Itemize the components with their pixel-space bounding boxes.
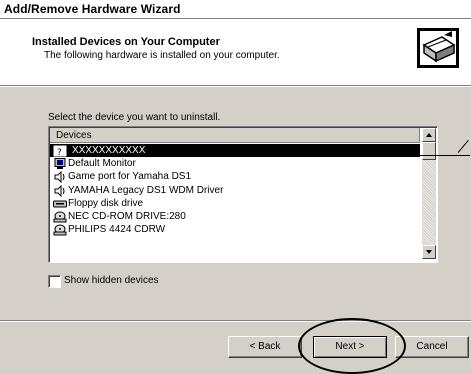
unknown-device-icon: ?	[53, 145, 67, 157]
callout-line	[375, 155, 470, 156]
header-divider	[0, 86, 471, 87]
device-row[interactable]: Default Monitor	[50, 157, 420, 170]
device-label: Default Monitor	[68, 158, 136, 170]
arrow-up-icon	[426, 133, 432, 137]
device-label: Floppy disk drive	[68, 197, 144, 209]
floppy-drive-icon	[53, 200, 67, 208]
show-hidden-checkbox[interactable]	[48, 275, 61, 288]
cdrom-icon	[53, 211, 67, 223]
callout-line-tail	[457, 140, 469, 153]
device-label: NEC CD-ROM DRIVE:280	[68, 210, 186, 222]
hardware-wizard-icon	[417, 28, 459, 68]
footer-divider-highlight	[0, 321, 471, 322]
arrow-down-icon	[426, 250, 432, 254]
select-device-prompt: Select the device you want to uninstall.	[48, 112, 221, 123]
page-title: Installed Devices on Your Computer	[32, 36, 220, 48]
next-button-highlight-circle	[298, 318, 406, 374]
cdrom-icon	[53, 224, 67, 236]
devices-column-header[interactable]: Devices	[50, 128, 420, 143]
device-label: XXXXXXXXXXX	[72, 145, 146, 156]
device-row[interactable]: Floppy disk drive	[50, 197, 420, 210]
vertical-scrollbar[interactable]	[422, 128, 436, 259]
show-hidden-label[interactable]: Show hidden devices	[64, 275, 159, 286]
monitor-icon	[54, 158, 66, 170]
scroll-thumb[interactable]	[422, 142, 436, 160]
title-bar: Add/Remove Hardware Wizard	[0, 0, 471, 19]
scroll-up-button[interactable]	[422, 128, 436, 142]
wizard-window: Add/Remove Hardware Wizard Installed Dev…	[0, 0, 471, 374]
device-row[interactable]: Game port for Yamaha DS1	[50, 170, 420, 184]
cancel-button[interactable]: Cancel	[395, 336, 469, 358]
device-row-selected[interactable]: ? XXXXXXXXXXX	[50, 144, 420, 158]
device-label: PHILIPS 4424 CDRW	[68, 224, 166, 236]
sound-device-icon	[54, 184, 65, 197]
devices-listbox[interactable]: Devices ? XXXXXXXXXXX Default Monitor Ga…	[48, 126, 438, 263]
device-label: YAMAHA Legacy DS1 WDM Driver	[68, 184, 224, 196]
device-row[interactable]: PHILIPS 4424 CDRW	[50, 223, 420, 236]
back-button[interactable]: < Back	[228, 336, 302, 358]
page-subtitle: The following hardware is installed on y…	[44, 50, 280, 61]
scroll-down-button[interactable]	[422, 245, 436, 259]
device-rows: ? XXXXXXXXXXX Default Monitor Game port …	[50, 144, 420, 236]
device-row[interactable]: YAMAHA Legacy DS1 WDM Driver	[50, 184, 420, 197]
svg-text:?: ?	[57, 148, 62, 157]
device-label: Game port for Yamaha DS1	[68, 171, 192, 183]
window-title: Add/Remove Hardware Wizard	[4, 2, 181, 16]
wizard-header: Installed Devices on Your Computer The f…	[0, 19, 471, 86]
device-row[interactable]: NEC CD-ROM DRIVE:280	[50, 210, 420, 223]
sound-device-icon	[54, 171, 65, 184]
